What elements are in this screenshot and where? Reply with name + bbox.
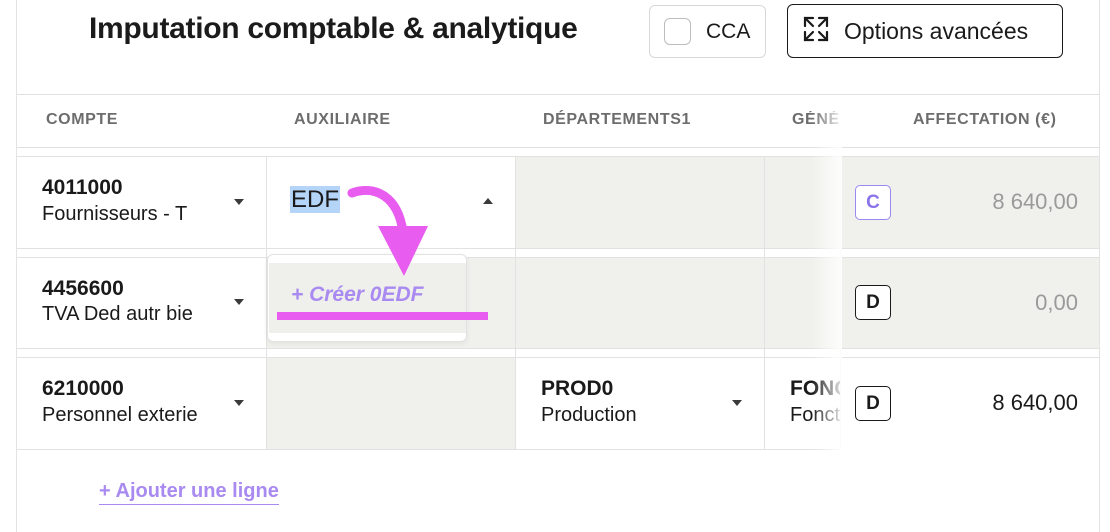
page-title: Imputation comptable & analytique <box>89 12 578 45</box>
account-code: 4456600 <box>42 277 124 300</box>
chevron-down-icon[interactable] <box>234 299 244 305</box>
divider <box>17 147 1099 148</box>
divider <box>515 156 516 449</box>
compte-cell[interactable] <box>17 156 267 248</box>
cca-checkbox[interactable]: CCA <box>649 5 766 58</box>
chevron-down-icon[interactable] <box>732 400 742 406</box>
divider <box>17 94 1099 95</box>
divider <box>764 156 765 449</box>
col-header-auxiliaire: AUXILIAIRE <box>294 111 391 128</box>
create-option-label[interactable]: + Créer 0EDF <box>291 283 423 307</box>
divider <box>17 357 1099 358</box>
account-code: 6210000 <box>42 377 124 400</box>
col-header-compte: COMPTE <box>46 111 119 128</box>
divider <box>17 348 1099 349</box>
amount-value: 8 640,00 <box>992 390 1078 415</box>
scroll-fade <box>812 95 842 450</box>
auxiliaire-dropdown: + Créer 0EDF <box>267 254 467 342</box>
departement-cell <box>516 156 765 248</box>
auxiliaire-cell <box>267 358 516 449</box>
departement-cell <box>516 257 765 348</box>
credit-badge[interactable]: C <box>855 185 891 220</box>
auxiliaire-input[interactable]: EDF <box>290 186 340 214</box>
account-label: Personnel exterie <box>42 404 198 426</box>
divider <box>17 248 1099 249</box>
advanced-options-button[interactable]: Options avancées <box>787 4 1063 58</box>
chevron-down-icon[interactable] <box>234 199 244 205</box>
debit-badge[interactable]: D <box>855 285 891 320</box>
debit-badge[interactable]: D <box>855 386 891 421</box>
amount-value: 0,00 <box>1035 290 1078 315</box>
department-code: PROD0 <box>541 377 614 400</box>
department-label: Production <box>541 404 637 426</box>
chevron-up-icon[interactable] <box>483 198 493 204</box>
advanced-options-label: Options avancées <box>844 17 1029 44</box>
divider <box>17 449 841 450</box>
cca-label: CCA <box>706 19 751 43</box>
account-label: TVA Ded autr bie <box>42 303 193 325</box>
divider <box>17 156 1099 157</box>
expand-icon <box>802 15 830 48</box>
checkbox-box[interactable] <box>664 18 691 45</box>
col-header-departements: DÉPARTEMENTS1 <box>543 111 691 128</box>
add-line-link[interactable]: + Ajouter une ligne <box>99 480 279 505</box>
col-header-affectation: AFFECTATION (€) <box>913 111 1057 128</box>
chevron-down-icon[interactable] <box>234 400 244 406</box>
account-label: Fournisseurs - T <box>42 203 188 225</box>
amount-value: 8 640,00 <box>992 189 1078 214</box>
selected-text: EDF <box>290 186 340 213</box>
divider <box>17 257 1099 258</box>
account-code: 4011000 <box>42 176 123 199</box>
